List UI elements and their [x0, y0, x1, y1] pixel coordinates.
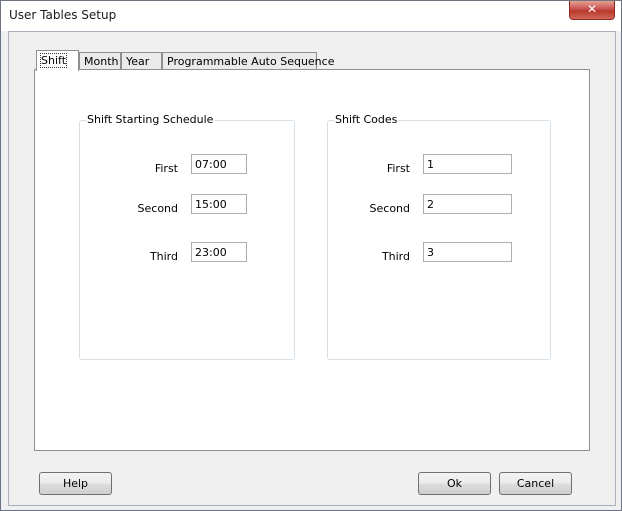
shift-third-label: Third	[149, 250, 178, 263]
shift-second-label: Second	[137, 202, 178, 215]
code-second-label: Second	[369, 202, 410, 215]
dialog-client-area: Shift Month Year Programmable Auto Seque…	[8, 31, 616, 506]
close-button[interactable]: ✕	[569, 1, 615, 20]
tab-year[interactable]: Year	[121, 52, 162, 70]
shift-code-first-input[interactable]	[423, 154, 512, 174]
shift-codes-caption: Shift Codes	[334, 113, 399, 126]
shift-code-second-input[interactable]	[423, 194, 512, 214]
help-button[interactable]: Help	[39, 472, 112, 495]
shift-third-start-input[interactable]	[191, 242, 247, 262]
code-first-label: First	[386, 162, 410, 175]
ok-button[interactable]: Ok	[418, 472, 491, 495]
dialog-window: User Tables Setup ✕ Shift Month Year Pro…	[0, 0, 622, 511]
tab-shift[interactable]: Shift	[36, 50, 79, 71]
tab-month[interactable]: Month	[79, 52, 121, 70]
close-icon: ✕	[586, 2, 598, 16]
code-third-label: Third	[381, 250, 410, 263]
shift-first-start-input[interactable]	[191, 154, 247, 174]
shift-starting-schedule-group: Shift Starting Schedule First Second Thi…	[79, 113, 295, 360]
title-bar[interactable]: User Tables Setup ✕	[1, 1, 621, 31]
cancel-button[interactable]: Cancel	[499, 472, 572, 495]
shift-codes-group: Shift Codes First Second Third	[327, 113, 551, 360]
shift-code-third-input[interactable]	[423, 242, 512, 262]
shift-first-label: First	[154, 162, 178, 175]
shift-starting-schedule-caption: Shift Starting Schedule	[86, 113, 215, 126]
shift-tab-panel: Shift Starting Schedule First Second Thi…	[34, 69, 590, 451]
tab-programmable-auto-sequence[interactable]: Programmable Auto Sequence	[162, 52, 334, 70]
shift-second-start-input[interactable]	[191, 194, 247, 214]
window-title: User Tables Setup	[9, 8, 117, 22]
